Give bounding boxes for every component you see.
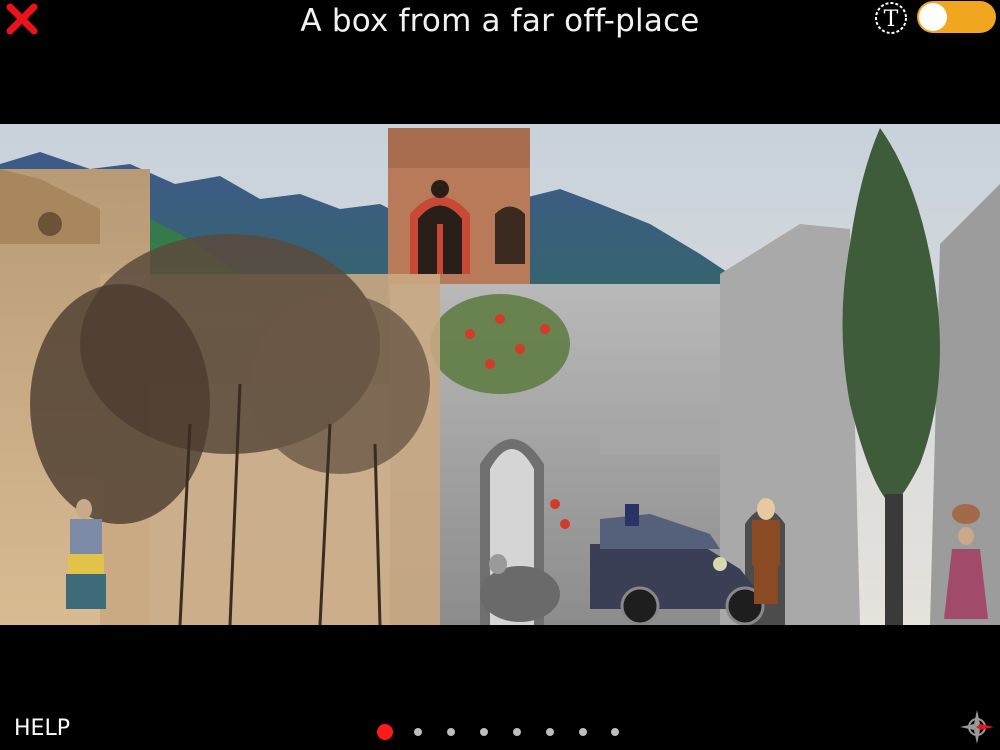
svg-text:T: T (884, 7, 899, 32)
page-dot-3[interactable] (447, 728, 455, 736)
bell-tower (388, 128, 530, 298)
scene-illustration[interactable] (0, 124, 1000, 625)
pagination (0, 724, 1000, 740)
page-title: A box from a far off-place (300, 3, 700, 39)
text-mode-icon: T (874, 1, 908, 35)
toggle-knob (919, 3, 947, 31)
page-dot-2[interactable] (414, 728, 422, 736)
text-toggle-switch[interactable] (917, 1, 996, 33)
page-dot-5[interactable] (513, 728, 521, 736)
compass-icon (960, 710, 994, 744)
page-dot-4[interactable] (480, 728, 488, 736)
page-dot-1[interactable] (377, 724, 393, 740)
page-dot-8[interactable] (611, 728, 619, 736)
page-dot-6[interactable] (546, 728, 554, 736)
page-dot-7[interactable] (579, 728, 587, 736)
compass-button[interactable] (958, 708, 996, 746)
